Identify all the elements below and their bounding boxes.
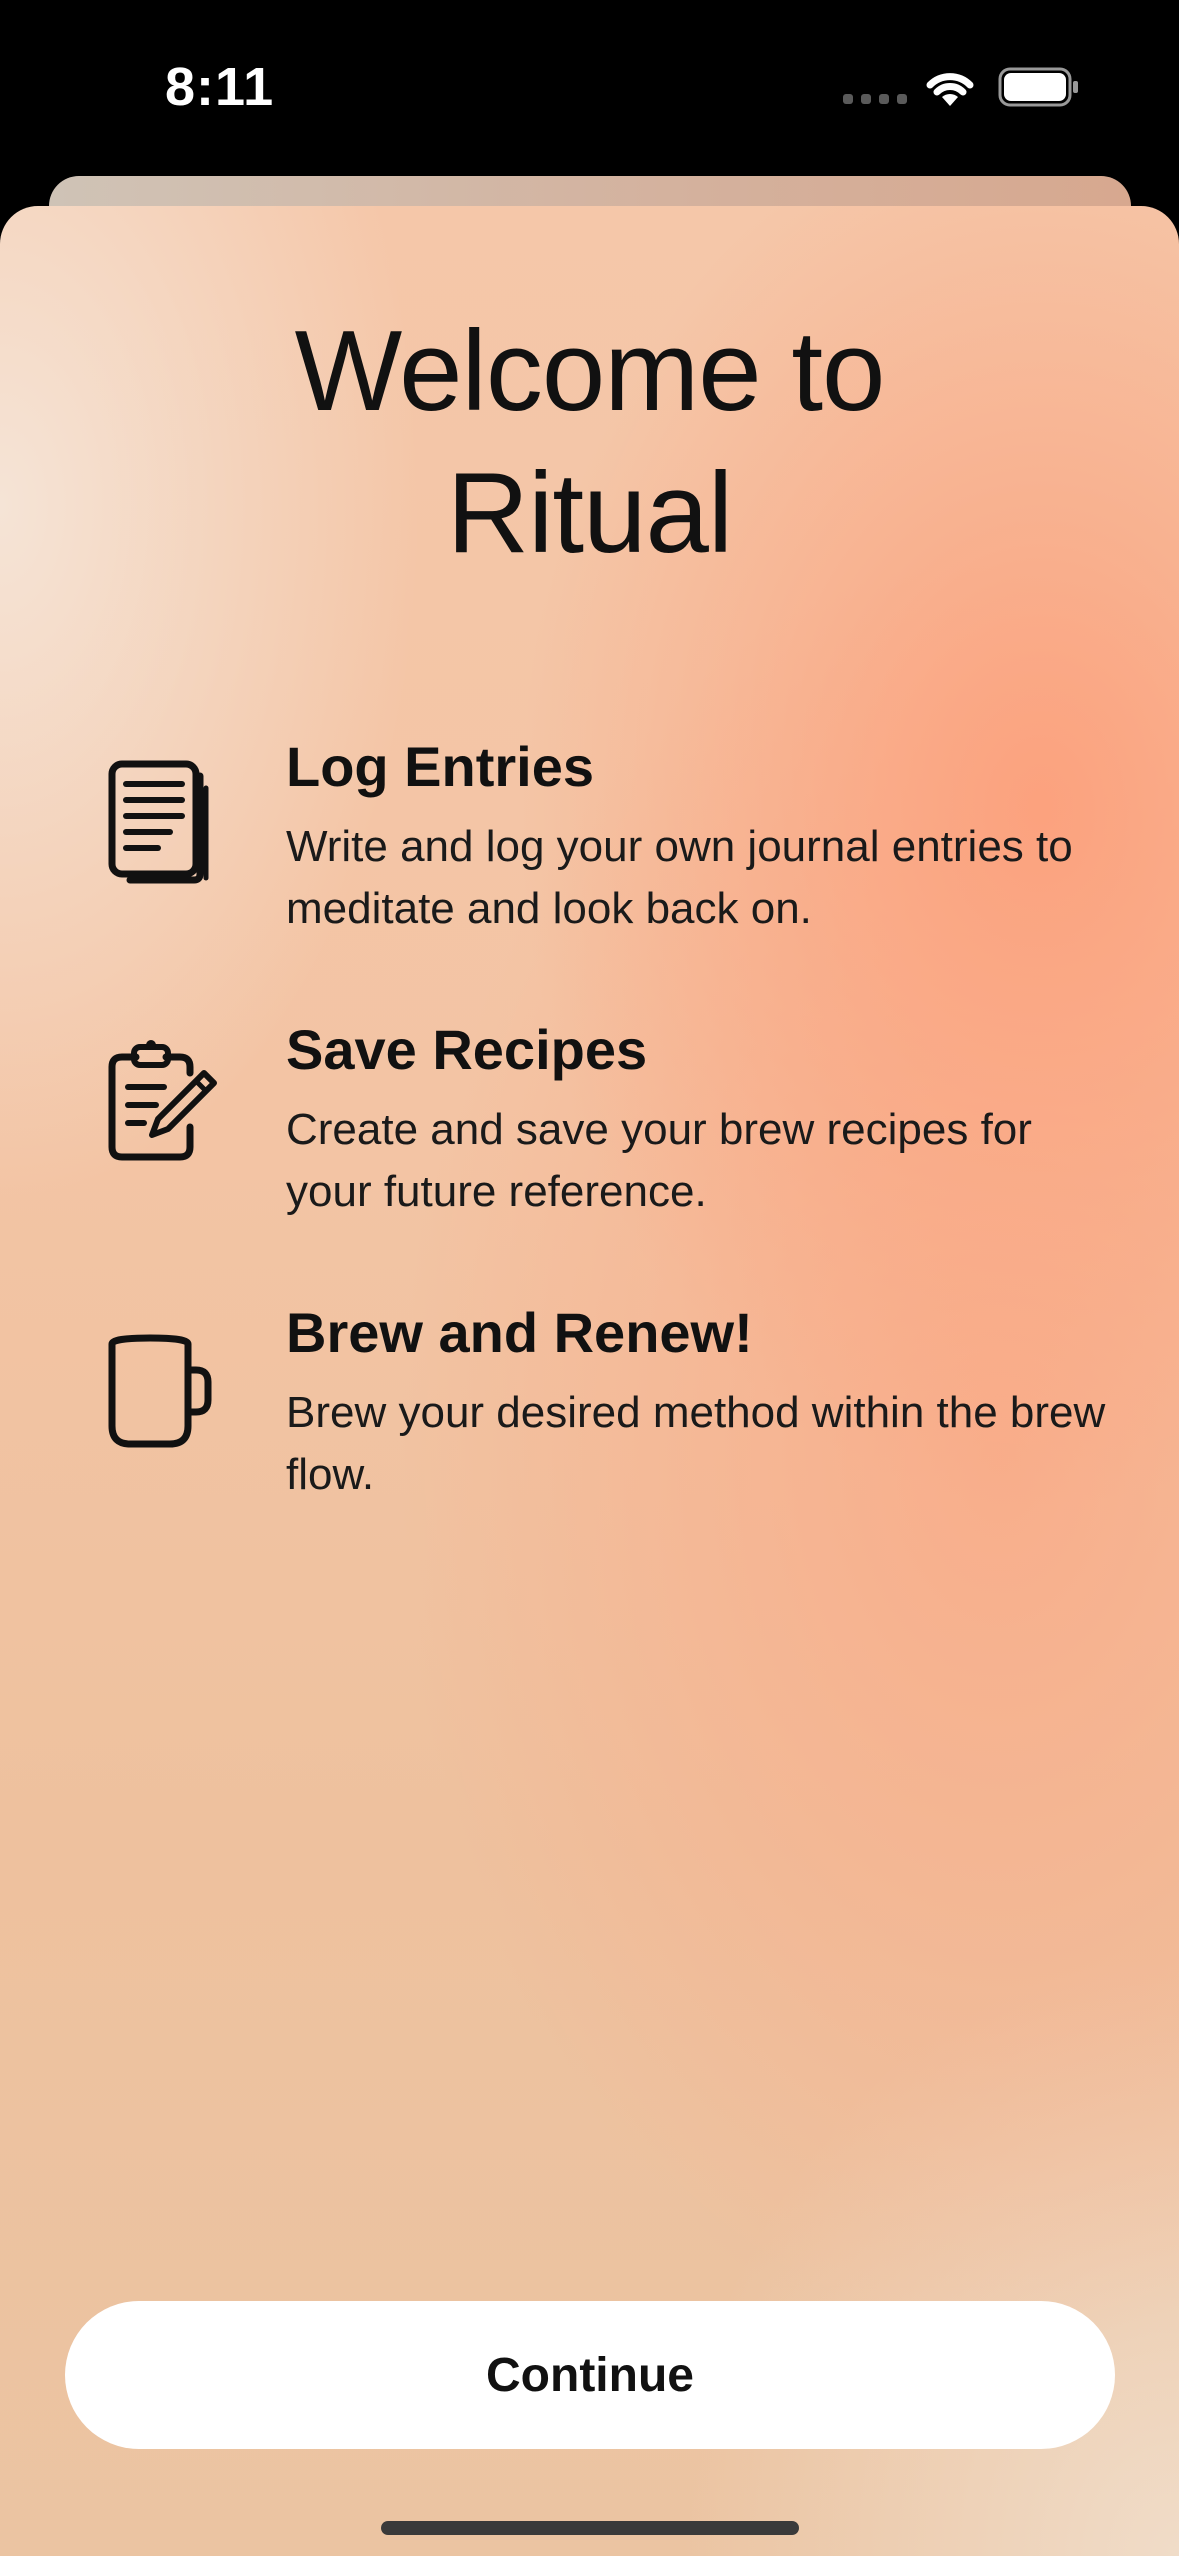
wifi-icon — [926, 73, 974, 106]
feature-description: Write and log your own journal entries t… — [286, 822, 1073, 933]
feature-title: Save Recipes — [286, 1018, 648, 1081]
onboarding-sheet: Welcome to Ritual Log Entries Write and … — [0, 206, 1179, 2556]
title-line-1: Welcome to — [294, 308, 886, 435]
home-indicator[interactable] — [381, 2521, 799, 2535]
feature-title: Brew and Renew! — [286, 1301, 753, 1364]
page-title: Welcome to Ritual — [0, 301, 1179, 585]
feature-description: Brew your desired method within the brew… — [286, 1388, 1106, 1499]
feature-description: Create and save your brew recipes for yo… — [286, 1105, 1032, 1216]
clipboard-edit-icon — [108, 1040, 217, 1161]
journal-pages-icon — [108, 760, 209, 884]
status-time: 8:11 — [165, 57, 275, 117]
status-bar: 8:11 — [0, 0, 1179, 180]
onboarding-screen: 8:11 Welcome to Ritual Log Entries Write… — [0, 0, 1179, 2556]
cellular-signal-icon — [843, 94, 907, 104]
battery-icon — [998, 67, 1078, 107]
title-line-2: Ritual — [446, 450, 733, 577]
mug-icon — [108, 1334, 212, 1448]
feature-title: Log Entries — [286, 735, 595, 798]
continue-button[interactable]: Continue — [65, 2301, 1115, 2449]
